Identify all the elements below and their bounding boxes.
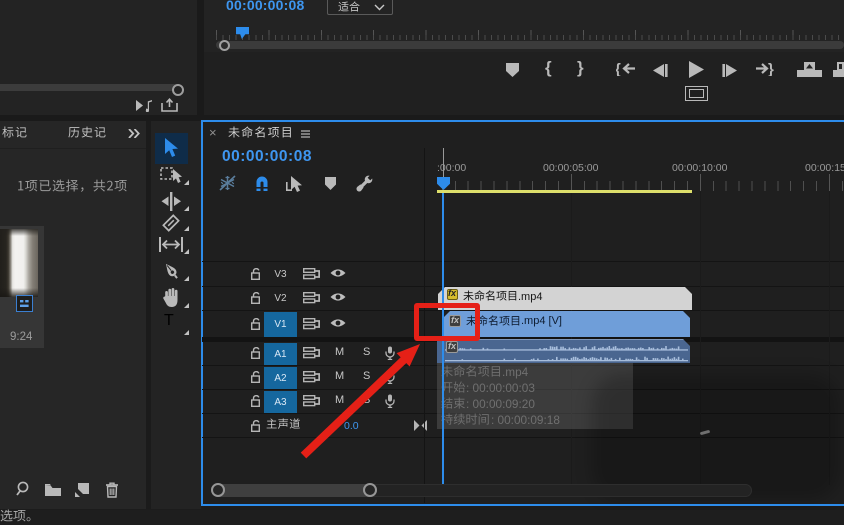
- svg-text:{: {: [616, 61, 621, 76]
- svg-text:}: }: [768, 61, 774, 76]
